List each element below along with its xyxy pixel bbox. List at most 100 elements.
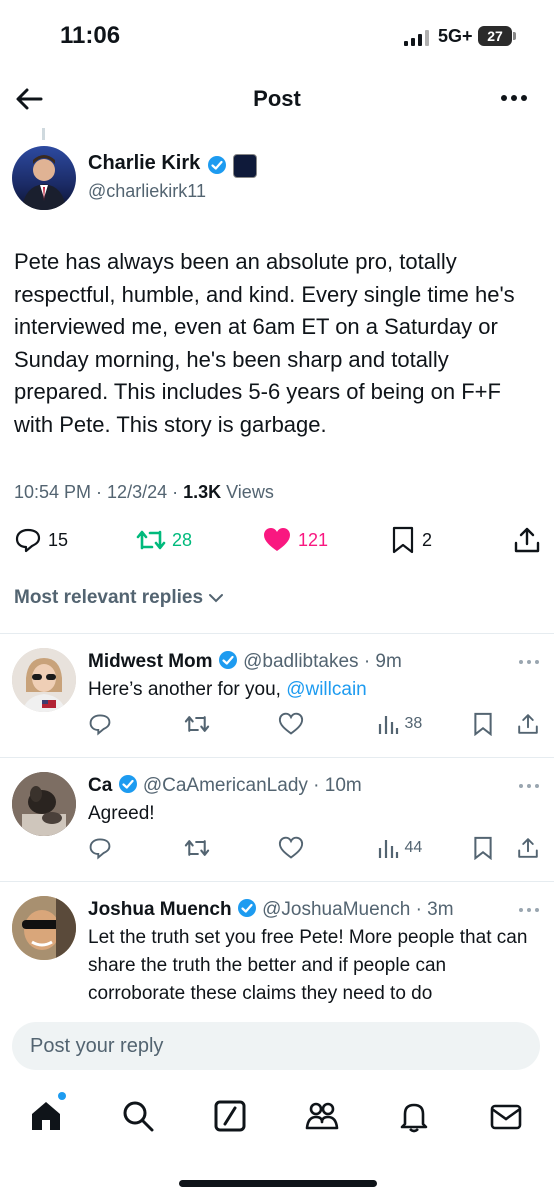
like-button[interactable]: 121 <box>262 526 328 556</box>
verified-badge-icon <box>208 156 226 174</box>
reply-author-name: Midwest Mom <box>88 651 213 672</box>
divider <box>0 633 554 634</box>
analytics-icon <box>378 840 399 858</box>
avatar[interactable] <box>12 896 76 960</box>
more-options-icon[interactable] <box>514 900 544 920</box>
reply-author-name: Joshua Muench <box>88 899 232 920</box>
reply-handle: @JoshuaMuench · 3m <box>262 899 454 920</box>
bottom-nav <box>0 1088 554 1158</box>
notification-dot <box>58 1092 66 1100</box>
author-name[interactable]: Charlie Kirk <box>88 152 200 175</box>
repost-button[interactable]: 28 <box>136 526 192 556</box>
network-type: 5G+ <box>438 26 473 46</box>
repost-icon <box>184 716 210 732</box>
reply-author[interactable]: Midwest Mom @badlibtakes · 9m <box>88 650 402 673</box>
verified-badge-icon <box>118 775 137 793</box>
share-button[interactable] <box>512 526 542 556</box>
reply-text: Here’s another for you, @willcain <box>88 676 544 704</box>
more-options-icon[interactable] <box>514 776 544 796</box>
affiliate-badge-icon[interactable] <box>233 154 257 178</box>
reply-icon <box>89 714 111 736</box>
bookmark-button[interactable] <box>472 712 494 740</box>
repost-count: 28 <box>172 529 193 550</box>
reply-button[interactable]: 15 <box>14 526 68 556</box>
search-icon[interactable] <box>120 1098 156 1134</box>
bookmark-count: 2 <box>422 529 433 550</box>
post-text: Pete has always been an absolute pro, to… <box>14 249 515 437</box>
avatar-image <box>12 896 76 960</box>
repost-icon <box>136 530 166 550</box>
avatar-image <box>22 155 66 210</box>
heart-icon <box>278 712 304 735</box>
verified-badge-icon <box>218 651 237 669</box>
avatar-image <box>12 772 76 836</box>
share-button[interactable] <box>516 836 540 864</box>
post-timestamp[interactable]: 10:54 PM · 12/3/24 · <box>14 482 183 502</box>
heart-icon <box>264 528 290 551</box>
reply-text: Let the truth set you free Pete! More pe… <box>88 927 528 1004</box>
divider <box>0 881 554 882</box>
like-button[interactable] <box>278 836 304 864</box>
views-count: 38 <box>404 715 423 733</box>
cellular-signal-icon <box>404 30 429 46</box>
share-button[interactable] <box>516 712 540 740</box>
avatar-image <box>12 648 76 712</box>
page-title: Post <box>253 86 301 111</box>
home-icon[interactable] <box>28 1098 64 1134</box>
avatar[interactable] <box>12 146 76 210</box>
views-button[interactable]: 44 <box>376 836 422 864</box>
bookmark-button[interactable]: 2 <box>390 526 432 556</box>
author-handle[interactable]: @charliekirk11 <box>88 181 206 202</box>
sort-replies-dropdown[interactable]: Most relevant replies <box>14 587 224 609</box>
reply-handle: @CaAmericanLady · 10m <box>142 775 362 796</box>
grok-icon[interactable] <box>212 1098 248 1134</box>
more-options-icon[interactable] <box>496 84 532 112</box>
messages-icon[interactable] <box>488 1098 524 1134</box>
status-time: 11:06 <box>60 22 121 49</box>
mention-link[interactable]: @willcain <box>286 679 367 700</box>
sort-label: Most relevant replies <box>14 587 204 608</box>
reply-button[interactable] <box>88 712 112 740</box>
reply-text-content: Here’s another for you, <box>88 679 287 700</box>
repost-button[interactable] <box>184 712 210 740</box>
views-label: Views <box>221 482 274 502</box>
post-meta: 10:54 PM · 12/3/24 · 1.3K Views <box>14 482 274 503</box>
thread-line <box>42 128 45 140</box>
divider <box>0 757 554 758</box>
like-count: 121 <box>298 529 329 550</box>
more-options-icon[interactable] <box>514 652 544 672</box>
views-count: 44 <box>404 839 423 857</box>
share-icon <box>514 527 540 553</box>
share-icon <box>518 714 538 734</box>
battery-icon: 27 <box>478 26 512 46</box>
repost-button[interactable] <box>184 836 210 864</box>
battery-tip <box>513 32 516 40</box>
bookmark-icon <box>474 836 492 861</box>
reply-author[interactable]: Joshua Muench @JoshuaMuench · 3m <box>88 898 454 921</box>
reply-button[interactable] <box>88 836 112 864</box>
communities-icon[interactable] <box>304 1098 340 1134</box>
heart-icon <box>278 836 304 859</box>
bookmark-icon <box>474 712 492 737</box>
reply-author[interactable]: Ca @CaAmericanLady · 10m <box>88 774 362 797</box>
bookmark-icon <box>392 526 414 554</box>
reply-icon <box>89 838 111 860</box>
reply-count: 15 <box>48 529 69 550</box>
verified-badge-icon <box>237 899 256 917</box>
reply-icon <box>15 528 41 553</box>
avatar[interactable] <box>12 772 76 836</box>
notifications-bell-icon[interactable] <box>396 1098 432 1134</box>
like-button[interactable] <box>278 712 304 740</box>
reply-author-name: Ca <box>88 775 113 796</box>
views-button[interactable]: 38 <box>376 712 422 740</box>
repost-icon <box>184 840 210 856</box>
reply-input[interactable]: Post your reply <box>12 1022 540 1070</box>
reply-text: Agreed! <box>88 803 155 824</box>
avatar[interactable] <box>12 648 76 712</box>
bookmark-button[interactable] <box>472 836 494 864</box>
reply-handle: @badlibtakes · 9m <box>243 651 402 672</box>
share-icon <box>518 838 538 858</box>
home-indicator <box>179 1180 377 1187</box>
chevron-down-icon <box>209 593 224 603</box>
analytics-icon <box>378 716 399 734</box>
